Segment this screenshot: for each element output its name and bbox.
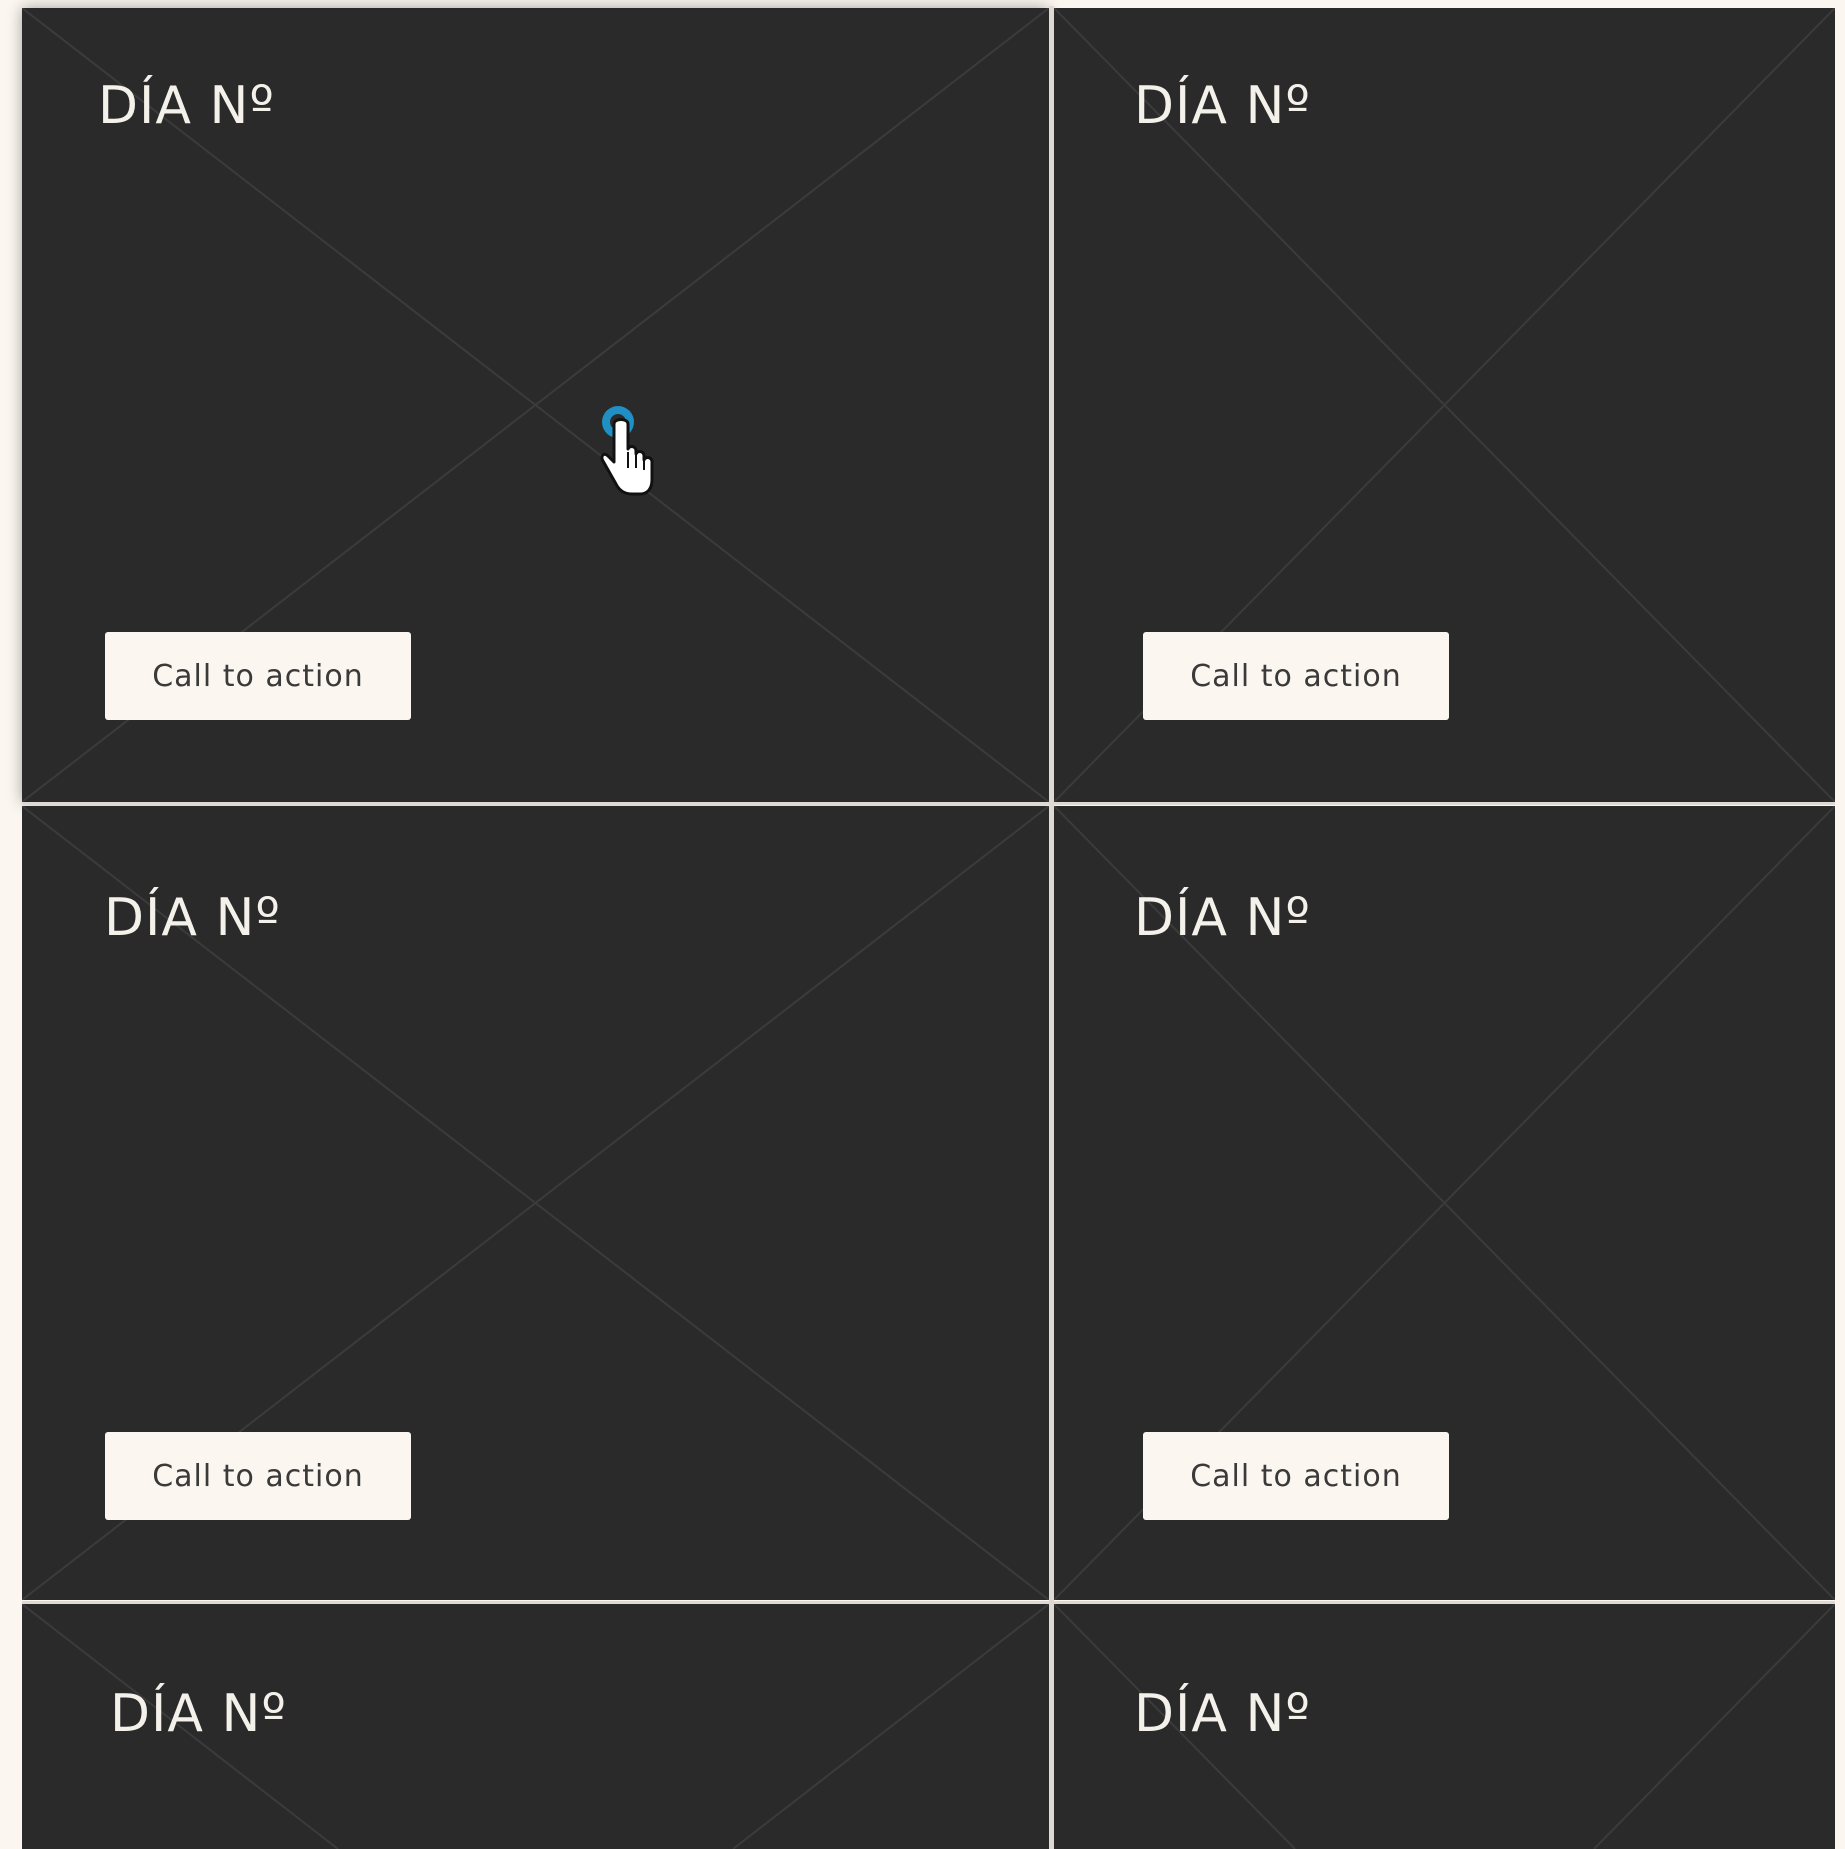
call-to-action-button[interactable]: Call to action (1143, 632, 1449, 720)
day-card-title: DÍA Nº (1134, 1684, 1311, 1744)
day-card-3[interactable]: DÍA Nº Call to action (22, 806, 1049, 1600)
call-to-action-button[interactable]: Call to action (105, 632, 411, 720)
call-to-action-button[interactable]: Call to action (1143, 1432, 1449, 1520)
day-card-title: DÍA Nº (110, 1684, 287, 1744)
call-to-action-button[interactable]: Call to action (105, 1432, 411, 1520)
day-card-title: DÍA Nº (104, 888, 281, 948)
day-card-1[interactable]: DÍA Nº Call to action (22, 8, 1049, 802)
day-card-4[interactable]: DÍA Nº Call to action (1054, 806, 1835, 1600)
card-grid-page: DÍA Nº Call to action DÍA Nº Call to act… (0, 0, 1845, 1849)
day-card-title: DÍA Nº (98, 76, 275, 136)
day-card-2[interactable]: DÍA Nº Call to action (1054, 8, 1835, 802)
day-card-title: DÍA Nº (1134, 76, 1311, 136)
grid-row-divider (22, 1601, 1835, 1604)
grid-row-divider (22, 802, 1835, 805)
day-card-title: DÍA Nº (1134, 888, 1311, 948)
hand-pointer-cursor-icon (600, 406, 654, 496)
grid-column-divider (1049, 6, 1054, 1849)
day-card-5[interactable]: DÍA Nº (22, 1604, 1049, 1849)
day-card-6[interactable]: DÍA Nº (1054, 1604, 1835, 1849)
